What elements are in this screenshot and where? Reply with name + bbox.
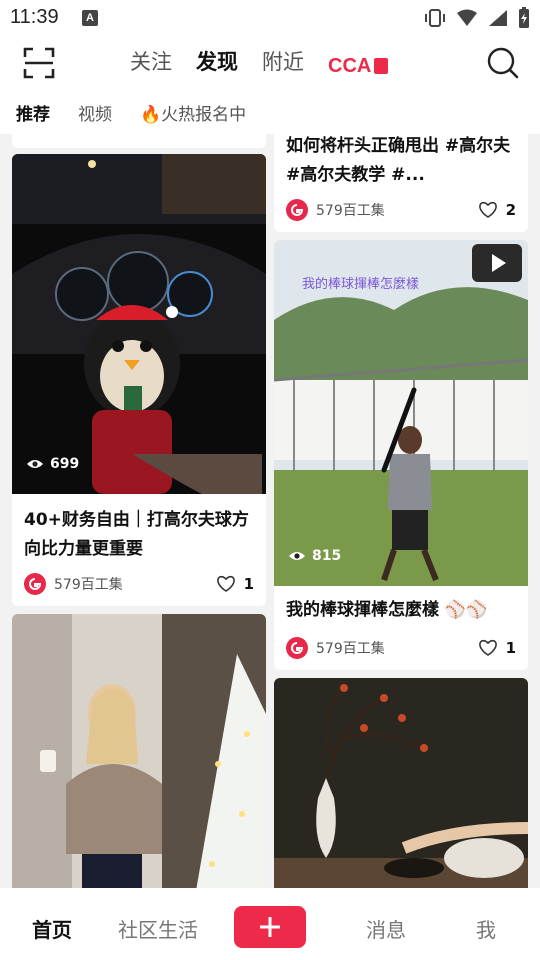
nav-community[interactable]: 社区生活 (118, 914, 198, 943)
subtab-video[interactable]: 视频 (78, 100, 112, 125)
cca-badge-icon (374, 58, 389, 74)
create-post-button[interactable] (234, 906, 306, 948)
card-title: 40+财务自由｜打高尔夫球方向比力量更重要 (24, 510, 249, 559)
plus-icon (260, 917, 280, 937)
view-count-value: 699 (50, 456, 80, 472)
subtab-hot-signup[interactable]: 🔥火热报名中 (140, 100, 246, 125)
brand-logo-icon (291, 204, 303, 216)
author-name[interactable]: 579百工集 (54, 574, 216, 594)
top-tabs: 关注 发现 附近 CCA (130, 46, 389, 94)
view-count: 815 (288, 548, 341, 564)
card-title: 我的棒球揮棒怎麼樣 ⚾⚾ (286, 600, 488, 620)
avatar[interactable] (286, 637, 308, 659)
card-image-vase-still-life (274, 678, 528, 888)
signal-icon (489, 10, 507, 26)
avatar[interactable] (24, 573, 46, 595)
view-count: 699 (26, 456, 79, 472)
like-count: 2 (505, 201, 516, 219)
status-time: 11:39 (10, 6, 59, 28)
author-name[interactable]: 579百工集 (316, 638, 478, 658)
like-count: 1 (243, 575, 254, 593)
eye-icon (27, 460, 43, 468)
author-row: 579百工集 2 (286, 198, 516, 222)
vibrate-icon (425, 9, 445, 27)
feed-card[interactable] (12, 614, 266, 888)
nav-messages[interactable]: 消息 (366, 914, 406, 943)
author-name[interactable]: 579百工集 (316, 200, 478, 220)
fire-icon: 🔥 (140, 104, 162, 125)
card-title: 如何将杆头正确甩出 #高尔夫 #高尔夫教学 #... (286, 136, 511, 185)
heart-icon[interactable] (216, 575, 236, 593)
brand-logo-icon (291, 642, 303, 654)
cca-label: CCA (328, 55, 372, 77)
feed-card-partial[interactable] (12, 134, 266, 148)
status-bar: 11:39 A (0, 0, 540, 38)
brand-logo-icon (29, 578, 41, 590)
nav-me[interactable]: 我 (476, 914, 496, 943)
battery-icon (519, 7, 529, 28)
subtab-recommend[interactable]: 推荐 (16, 100, 50, 125)
heart-icon[interactable] (478, 639, 498, 657)
view-count-value: 815 (312, 548, 342, 564)
card-image-penguin (12, 154, 266, 494)
nav-home[interactable]: 首页 (32, 914, 72, 943)
bottom-nav: 首页 社区生活 消息 我 (0, 888, 540, 960)
feed: 699 40+财务自由｜打高尔夫球方向比力量更重要 579百工集 1 如何将杆头… (0, 134, 540, 888)
feed-card[interactable]: 如何将杆头正确甩出 #高尔夫 #高尔夫教学 #... 579百工集 2 (274, 134, 528, 232)
status-icons (424, 6, 530, 30)
author-row: 579百工集 1 (286, 636, 516, 660)
scan-icon[interactable] (22, 46, 56, 80)
author-row: 579百工集 1 (24, 572, 254, 596)
tab-nearby[interactable]: 附近 (262, 46, 304, 86)
notification-a-icon: A (82, 10, 98, 26)
avatar[interactable] (286, 199, 308, 221)
tab-cca[interactable]: CCA (328, 46, 389, 86)
heart-icon[interactable] (478, 201, 498, 219)
eye-icon (289, 552, 305, 560)
feed-card[interactable] (274, 678, 528, 888)
tab-follow[interactable]: 关注 (130, 46, 172, 86)
card-image-woman-christmas-tree (12, 614, 266, 888)
feed-card[interactable]: 我的棒球揮棒怎麼樣 815 我的棒球揮棒怎麼樣 ⚾⚾ 579百工集 1 (274, 240, 528, 670)
top-nav: 关注 发现 附近 CCA (0, 38, 540, 94)
baseball-overlay-text: 我的棒球揮棒怎麼樣 (302, 276, 419, 292)
tab-discover[interactable]: 发现 (196, 46, 238, 94)
sub-tabs: 推荐 视频 🔥火热报名中 (0, 90, 540, 134)
card-image-baseball: 我的棒球揮棒怎麼樣 (274, 240, 528, 586)
feed-card[interactable]: 699 40+财务自由｜打高尔夫球方向比力量更重要 579百工集 1 (12, 154, 266, 606)
subtab-hot-label: 火热报名中 (161, 104, 247, 125)
wifi-icon (457, 9, 477, 26)
like-count: 1 (505, 639, 516, 657)
search-icon[interactable] (486, 46, 520, 80)
